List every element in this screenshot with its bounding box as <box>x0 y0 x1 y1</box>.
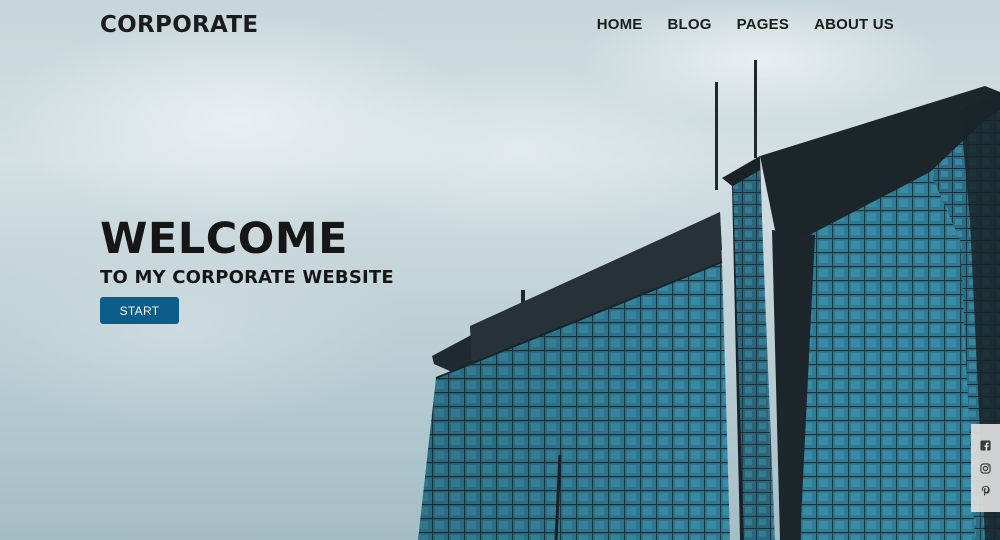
hero-subtitle: TO MY CORPORATE WEBSITE <box>100 267 394 288</box>
nav-link-home[interactable]: HOME <box>597 16 643 33</box>
social-sidebar <box>971 424 1000 512</box>
instagram-icon[interactable] <box>980 462 991 474</box>
hero-section: CORPORATE HOME BLOG PAGES ABOUT US WELCO… <box>0 0 1000 540</box>
nav-link-about-us[interactable]: ABOUT US <box>814 16 894 33</box>
start-button[interactable]: START <box>100 297 179 324</box>
pinterest-icon[interactable] <box>980 485 991 497</box>
main-menu: HOME BLOG PAGES ABOUT US <box>597 16 894 33</box>
nav-link-pages[interactable]: PAGES <box>737 16 789 33</box>
top-navigation: CORPORATE HOME BLOG PAGES ABOUT US <box>0 0 1000 50</box>
site-logo[interactable]: CORPORATE <box>100 12 258 38</box>
nav-link-blog[interactable]: BLOG <box>668 16 712 33</box>
facebook-icon[interactable] <box>980 440 991 451</box>
hero-title: WELCOME <box>100 214 348 264</box>
